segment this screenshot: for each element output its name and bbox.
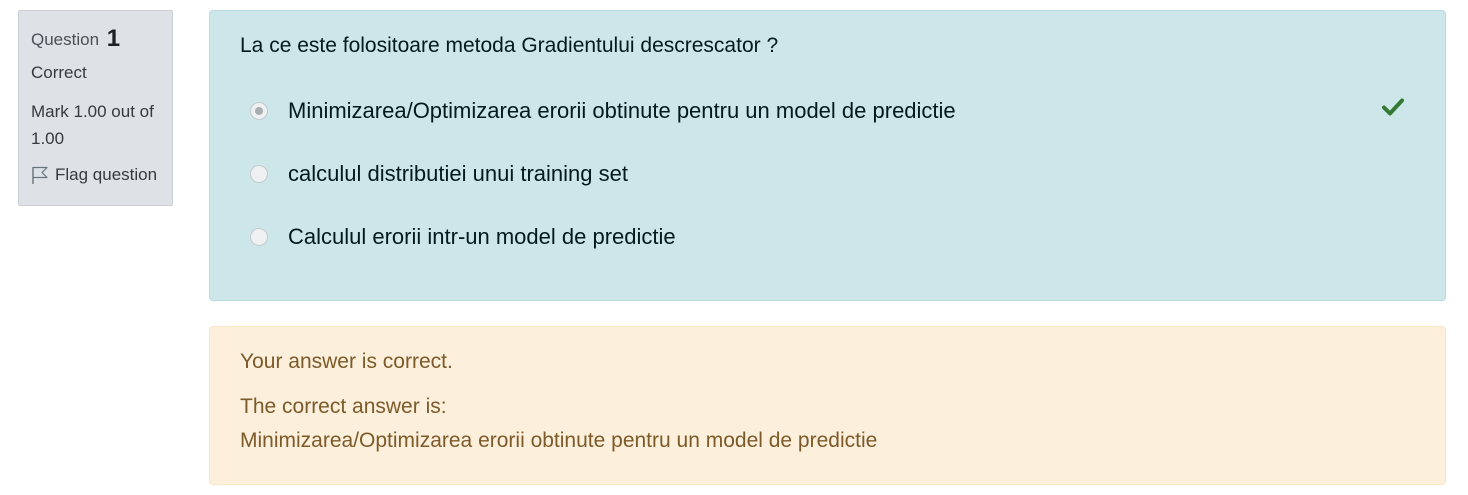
check-icon (1382, 98, 1404, 116)
flag-question-label: Flag question (55, 165, 158, 184)
feedback-right-answer-intro: The correct answer is: (240, 395, 447, 418)
answer-radio-1[interactable] (250, 102, 268, 120)
feedback-result: Your answer is correct. (240, 350, 453, 373)
answer-option-3[interactable]: Calculul erorii intr-un model de predict… (250, 222, 676, 252)
answer-label-2: calculul distributiei unui training set (288, 161, 628, 186)
answer-option-2[interactable]: calculul distributiei unui training set (250, 159, 628, 189)
answer-label-3: Calculul erorii intr-un model de predict… (288, 224, 676, 249)
question-formulation: La ce este folositoare metoda Gradientul… (209, 10, 1446, 301)
question-number: Question 1 (31, 25, 160, 54)
question-text: La ce este folositoare metoda Gradientul… (240, 34, 779, 57)
question-grade: Mark 1.00 out of 1.00 (31, 102, 154, 148)
question-state: Correct (31, 63, 87, 82)
flag-question-link[interactable]: Flag question (31, 164, 160, 186)
answer-option-1[interactable]: Minimizarea/Optimizarea erorii obtinute … (250, 96, 956, 126)
question-feedback: Your answer is correct. The correct answ… (209, 326, 1446, 485)
question-label: Question (31, 30, 100, 49)
question-number-value: 1 (106, 25, 121, 52)
answer-radio-3[interactable] (250, 228, 268, 246)
question-info-panel: Question 1 Correct Mark 1.00 out of 1.00… (18, 10, 173, 206)
feedback-right-answer: Minimizarea/Optimizarea erorii obtinute … (240, 429, 878, 452)
answer-radio-2[interactable] (250, 165, 268, 183)
answer-label-1: Minimizarea/Optimizarea erorii obtinute … (288, 98, 956, 123)
flag-icon (32, 166, 48, 184)
